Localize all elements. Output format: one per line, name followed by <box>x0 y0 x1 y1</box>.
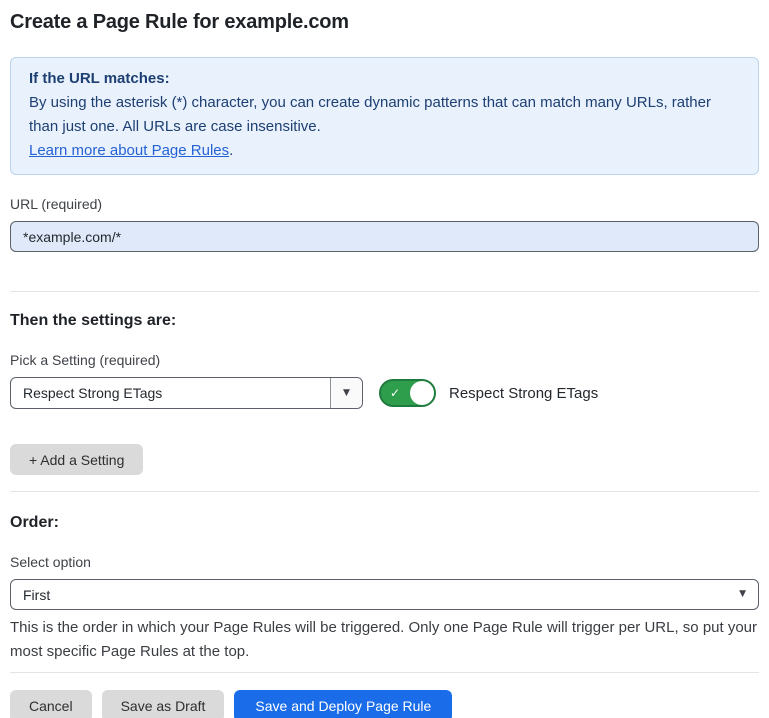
order-select[interactable]: First ▼ <box>10 579 759 610</box>
toggle-label: Respect Strong ETags <box>449 385 598 402</box>
order-help-text: This is the order in which your Page Rul… <box>10 616 759 664</box>
info-box-heading: If the URL matches: <box>29 67 740 91</box>
cancel-button[interactable]: Cancel <box>10 690 92 718</box>
info-box-body: By using the asterisk (*) character, you… <box>29 91 740 139</box>
divider <box>10 491 759 492</box>
setting-select[interactable]: Respect Strong ETags ▼ <box>10 377 363 409</box>
chevron-down-icon: ▼ <box>739 590 758 599</box>
toggle-knob <box>410 381 434 405</box>
order-select-value: First <box>11 587 739 603</box>
chevron-down-icon: ▼ <box>343 389 350 398</box>
page-title: Create a Page Rule for example.com <box>10 10 759 34</box>
setting-row: Respect Strong ETags ▼ ✓ Respect Strong … <box>10 377 759 409</box>
divider <box>10 672 759 673</box>
setting-toggle[interactable]: ✓ <box>379 379 436 407</box>
add-setting-button[interactable]: + Add a Setting <box>10 444 143 475</box>
setting-select-value: Respect Strong ETags <box>11 385 330 401</box>
save-and-deploy-button[interactable]: Save and Deploy Page Rule <box>234 690 452 718</box>
footer-actions: Cancel Save as Draft Save and Deploy Pag… <box>10 690 759 718</box>
check-icon: ✓ <box>390 387 400 399</box>
link-period: . <box>229 142 233 159</box>
pick-setting-label: Pick a Setting (required) <box>10 352 759 369</box>
order-section-heading: Order: <box>10 513 759 532</box>
url-input[interactable] <box>10 221 759 252</box>
info-box-link-line: Learn more about Page Rules. <box>29 139 740 163</box>
setting-select-arrow-button[interactable]: ▼ <box>330 378 362 408</box>
url-label: URL (required) <box>10 196 759 213</box>
settings-section-heading: Then the settings are: <box>10 311 759 330</box>
learn-more-link[interactable]: Learn more about Page Rules <box>29 142 229 159</box>
create-page-rule-form: Create a Page Rule for example.com If th… <box>0 0 769 718</box>
order-select-label: Select option <box>10 554 759 571</box>
url-match-info-box: If the URL matches: By using the asteris… <box>10 57 759 175</box>
divider <box>10 291 759 292</box>
save-as-draft-button[interactable]: Save as Draft <box>102 690 225 718</box>
